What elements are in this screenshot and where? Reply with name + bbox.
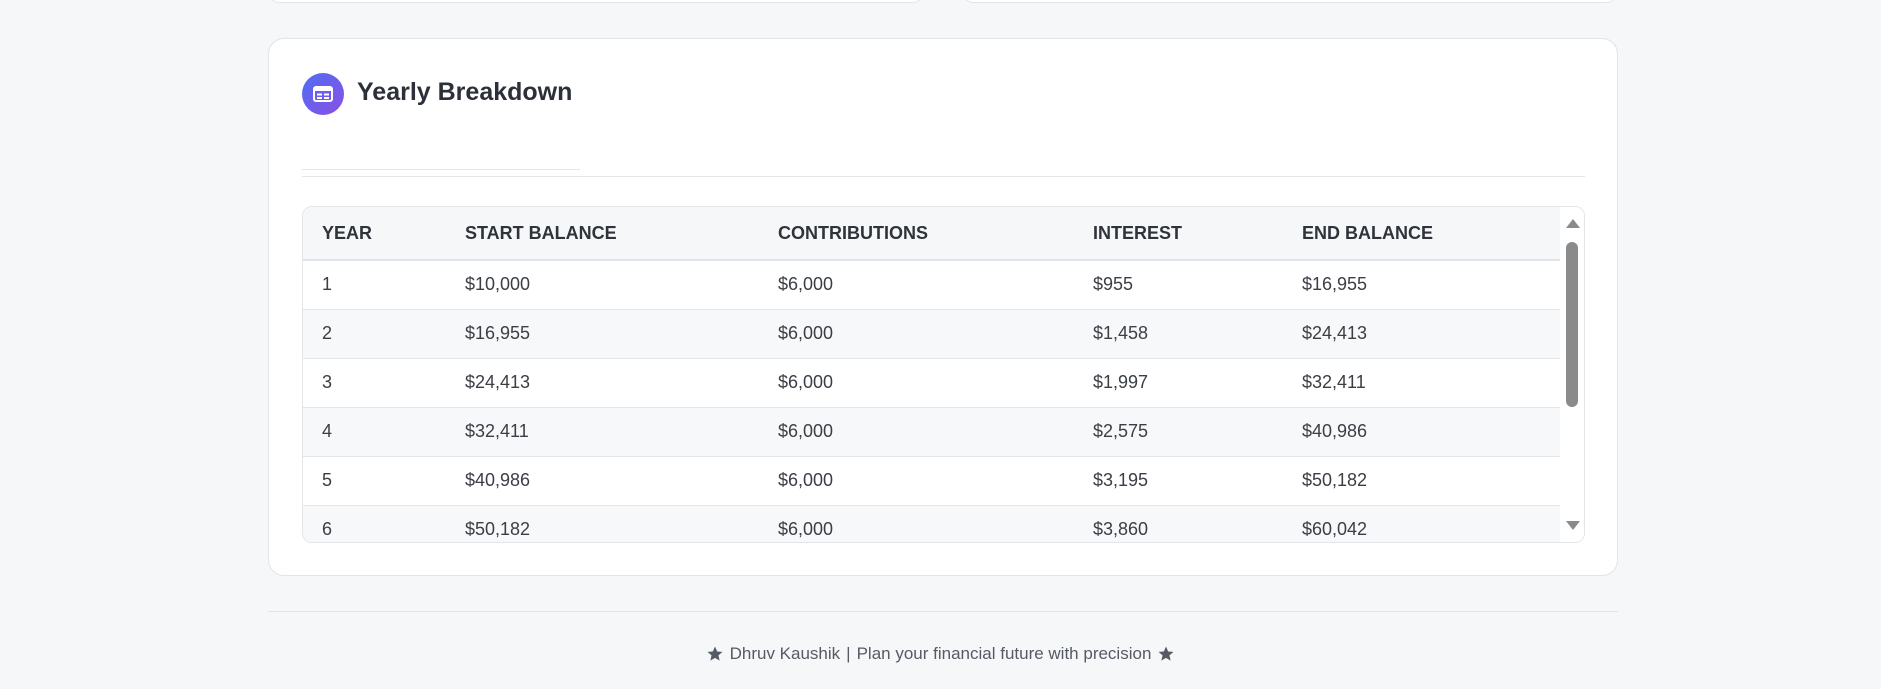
cell-start-balance: $50,182 bbox=[446, 505, 759, 542]
table-scrollbar[interactable] bbox=[1560, 207, 1584, 542]
cell-interest: $3,860 bbox=[1074, 505, 1283, 542]
star-icon bbox=[1157, 645, 1175, 663]
table-row: 6 $50,182 $6,000 $3,860 $60,042 bbox=[303, 505, 1560, 542]
cell-contributions: $6,000 bbox=[759, 260, 1074, 310]
cell-year: 1 bbox=[303, 260, 446, 310]
cell-start-balance: $32,411 bbox=[446, 407, 759, 457]
column-header-year[interactable]: YEAR bbox=[303, 207, 446, 261]
scrollbar-thumb[interactable] bbox=[1566, 242, 1578, 407]
cell-interest: $2,575 bbox=[1074, 407, 1283, 457]
column-header-start-balance[interactable]: START BALANCE bbox=[446, 207, 759, 261]
cell-contributions: $6,000 bbox=[759, 505, 1074, 542]
section-title: Yearly Breakdown bbox=[357, 78, 573, 106]
cell-end-balance: $24,413 bbox=[1283, 309, 1560, 359]
breakdown-table-container[interactable]: YEAR START BALANCE CONTRIBUTIONS INTERES… bbox=[302, 206, 1585, 543]
cell-contributions: $6,000 bbox=[759, 358, 1074, 408]
cell-year: 3 bbox=[303, 358, 446, 408]
cell-end-balance: $16,955 bbox=[1283, 260, 1560, 310]
cell-year: 6 bbox=[303, 505, 446, 542]
yearly-breakdown-card: Yearly Breakdown YEAR START BALANCE CONT… bbox=[268, 38, 1618, 576]
cell-start-balance: $24,413 bbox=[446, 358, 759, 408]
table-row: 2 $16,955 $6,000 $1,458 $24,413 bbox=[303, 309, 1560, 359]
previous-card-left bbox=[268, 0, 924, 3]
cell-start-balance: $16,955 bbox=[446, 309, 759, 359]
cell-interest: $955 bbox=[1074, 260, 1283, 310]
table-row: 5 $40,986 $6,000 $3,195 $50,182 bbox=[303, 456, 1560, 506]
footer-divider bbox=[268, 611, 1618, 612]
scroll-down-arrow-icon[interactable] bbox=[1566, 521, 1580, 530]
cell-contributions: $6,000 bbox=[759, 309, 1074, 359]
column-header-contributions[interactable]: CONTRIBUTIONS bbox=[759, 207, 1074, 261]
footer-separator: | bbox=[846, 644, 851, 663]
cell-end-balance: $32,411 bbox=[1283, 358, 1560, 408]
cell-year: 4 bbox=[303, 407, 446, 457]
cell-interest: $3,195 bbox=[1074, 456, 1283, 506]
breakdown-table: YEAR START BALANCE CONTRIBUTIONS INTERES… bbox=[303, 207, 1560, 542]
cell-start-balance: $10,000 bbox=[446, 260, 759, 310]
cell-end-balance: $40,986 bbox=[1283, 407, 1560, 457]
cell-contributions: $6,000 bbox=[759, 456, 1074, 506]
page-footer: Dhruv Kaushik | Plan your financial futu… bbox=[0, 644, 1881, 664]
table-header-row: YEAR START BALANCE CONTRIBUTIONS INTERES… bbox=[303, 207, 1560, 261]
card-header: Yearly Breakdown bbox=[302, 73, 580, 170]
cell-year: 5 bbox=[303, 456, 446, 506]
table-row: 4 $32,411 $6,000 $2,575 $40,986 bbox=[303, 407, 1560, 457]
cell-year: 2 bbox=[303, 309, 446, 359]
cell-interest: $1,458 bbox=[1074, 309, 1283, 359]
table-row: 3 $24,413 $6,000 $1,997 $32,411 bbox=[303, 358, 1560, 408]
previous-card-right bbox=[962, 0, 1618, 3]
cell-end-balance: $50,182 bbox=[1283, 456, 1560, 506]
cell-interest: $1,997 bbox=[1074, 358, 1283, 408]
table-row: 1 $10,000 $6,000 $955 $16,955 bbox=[303, 260, 1560, 310]
cell-end-balance: $60,042 bbox=[1283, 505, 1560, 542]
scroll-up-arrow-icon[interactable] bbox=[1566, 219, 1580, 228]
column-header-end-balance[interactable]: END BALANCE bbox=[1283, 207, 1560, 261]
footer-tagline: Plan your financial future with precisio… bbox=[856, 644, 1152, 663]
section-divider bbox=[302, 176, 1585, 177]
star-icon bbox=[706, 645, 724, 663]
cell-contributions: $6,000 bbox=[759, 407, 1074, 457]
table-icon bbox=[302, 73, 344, 115]
footer-author: Dhruv Kaushik bbox=[729, 644, 841, 663]
column-header-interest[interactable]: INTEREST bbox=[1074, 207, 1283, 261]
cell-start-balance: $40,986 bbox=[446, 456, 759, 506]
